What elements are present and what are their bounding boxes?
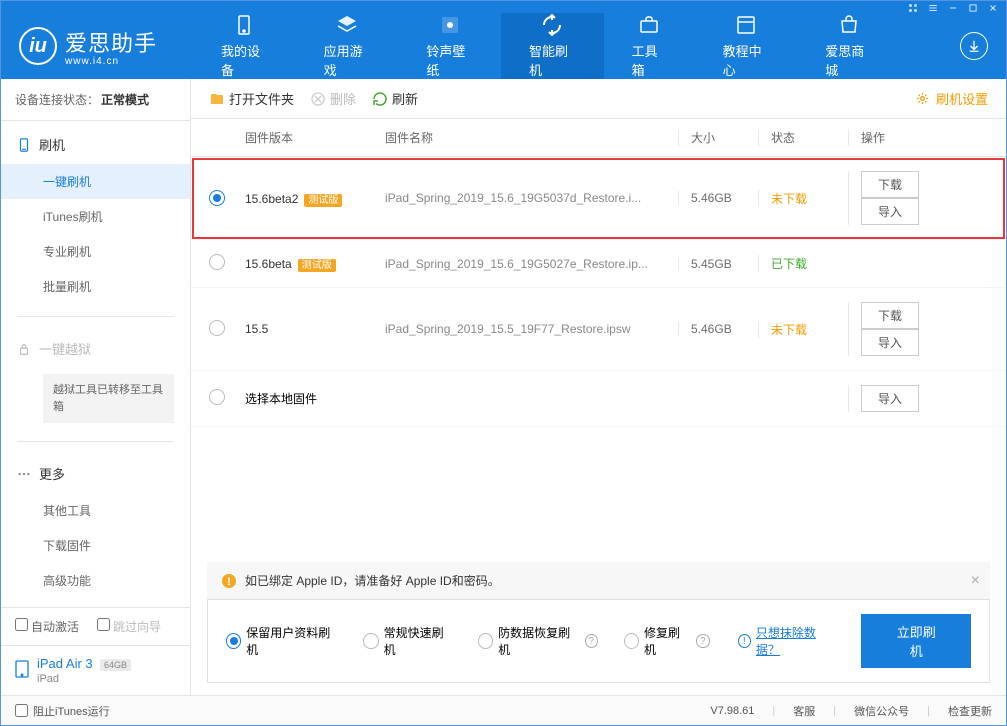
skip-wizard-checkbox[interactable]: 跳过向导 (97, 618, 161, 635)
firmware-row[interactable]: 15.5 iPad_Spring_2019_15.5_19F77_Restore.… (191, 288, 1006, 371)
logo: iu 爱思助手 www.i4.cn (19, 26, 157, 67)
sidebar-advanced[interactable]: 高级功能 (1, 563, 190, 598)
nav-toolbox[interactable]: 工具箱 (604, 13, 695, 79)
firmware-name: iPad_Spring_2019_15.5_19F77_Restore.ipsw (385, 322, 678, 336)
titlebar-settings-icon[interactable] (908, 2, 918, 12)
nav-ringtones[interactable]: 铃声壁纸 (398, 13, 501, 79)
firmware-version: 15.6beta2 (245, 192, 298, 206)
radio-select[interactable] (209, 190, 225, 206)
device-info[interactable]: iPad Air 3 64GB iPad (1, 645, 190, 695)
firmware-size: 5.46GB (678, 322, 758, 336)
device-storage: 64GB (100, 659, 131, 671)
tutorial-icon (733, 13, 759, 37)
notice-close-button[interactable]: × (971, 572, 980, 590)
firmware-row[interactable]: 15.6beta2 测试版 iPad_Spring_2019_15.6_19G503… (191, 157, 1006, 240)
beta-badge: 测试版 (304, 194, 342, 207)
import-button[interactable]: 导入 (861, 329, 919, 356)
flash-icon (539, 13, 565, 37)
device-type: iPad (37, 673, 131, 685)
local-firmware-row: 选择本地固件 导入 (191, 371, 1006, 427)
nav-my-device[interactable]: 我的设备 (193, 13, 296, 79)
firmware-size: 5.45GB (678, 257, 758, 271)
download-button[interactable] (960, 32, 988, 60)
help-icon[interactable]: ? (585, 634, 598, 648)
logo-icon: iu (19, 27, 57, 65)
sidebar-other-tools[interactable]: 其他工具 (1, 493, 190, 528)
jailbreak-notice: 越狱工具已转移至工具箱 (43, 374, 174, 423)
firmware-name: iPad_Spring_2019_15.6_19G5027e_Restore.i… (385, 257, 678, 271)
version-label: V7.98.61 (710, 705, 754, 717)
flash-options-panel: 保留用户资料刷机 常规快速刷机 防数据恢复刷机? 修复刷机? ! 只想抹除数据？… (207, 599, 990, 683)
flash-option-keep-data[interactable]: 保留用户资料刷机 (226, 624, 337, 658)
firmware-size: 5.46GB (678, 191, 758, 205)
app-name: 爱思助手 (65, 26, 157, 58)
download-button[interactable]: 下载 (861, 171, 919, 198)
nav-tutorials[interactable]: 教程中心 (695, 13, 798, 79)
firmware-version: 15.5 (245, 322, 268, 336)
radio-local[interactable] (209, 389, 225, 405)
svg-text:!: ! (227, 576, 231, 588)
connection-status: 设备连接状态：正常模式 (1, 79, 190, 121)
import-local-button[interactable]: 导入 (861, 385, 919, 412)
nav-apps[interactable]: 应用游戏 (296, 13, 399, 79)
download-button[interactable]: 下载 (861, 302, 919, 329)
nav-smart-flash[interactable]: 智能刷机 (501, 13, 604, 79)
warning-icon: ! (221, 573, 237, 589)
auto-activate-checkbox[interactable]: 自动激活 (15, 618, 79, 635)
maximize-icon[interactable] (968, 2, 978, 12)
apple-id-notice: ! 如已绑定 Apple ID，请准备好 Apple ID和密码。 × (207, 562, 990, 599)
support-link[interactable]: 客服 (793, 703, 815, 719)
apps-icon (334, 13, 360, 37)
settings-button[interactable]: 刷机设置 (915, 89, 988, 108)
sidebar-jailbreak-header: 一键越狱 (1, 329, 190, 368)
sidebar-batch-flash[interactable]: 批量刷机 (1, 269, 190, 304)
open-folder-button[interactable]: 打开文件夹 (209, 89, 294, 108)
sidebar-more-header[interactable]: 更多 (1, 454, 190, 493)
import-button[interactable]: 导入 (861, 198, 919, 225)
firmware-status: 已下载 (771, 257, 807, 271)
nav-store[interactable]: 爱思商城 (797, 13, 900, 79)
sidebar-pro-flash[interactable]: 专业刷机 (1, 234, 190, 269)
toolbox-icon (636, 13, 662, 37)
firmware-version: 15.6beta (245, 257, 292, 271)
flash-now-button[interactable]: 立即刷机 (861, 614, 971, 668)
sidebar-oneclick-flash[interactable]: 一键刷机 (1, 164, 190, 199)
device-name: iPad Air 3 (37, 656, 93, 671)
delete-button: 删除 (310, 89, 356, 108)
flash-option-quick[interactable]: 常规快速刷机 (363, 624, 452, 658)
firmware-status: 未下载 (771, 323, 807, 337)
help-icon[interactable]: ? (696, 634, 709, 648)
sidebar-flash-header[interactable]: 刷机 (1, 125, 190, 164)
wechat-link[interactable]: 微信公众号 (854, 703, 909, 719)
check-update-link[interactable]: 检查更新 (948, 703, 992, 719)
close-icon[interactable] (988, 2, 998, 12)
erase-data-link[interactable]: 只想抹除数据？ (756, 624, 836, 658)
refresh-button[interactable]: 刷新 (372, 89, 418, 108)
info-icon[interactable]: ! (738, 634, 751, 648)
app-header: iu 爱思助手 www.i4.cn 我的设备 应用游戏 铃声壁纸 智能刷机 工具… (1, 13, 1006, 79)
footer: 阻止iTunes运行 V7.98.61 | 客服 | 微信公众号 | 检查更新 (1, 695, 1006, 725)
store-icon (836, 13, 862, 37)
sidebar-itunes-flash[interactable]: iTunes刷机 (1, 199, 190, 234)
flash-option-antirecovery[interactable]: 防数据恢复刷机? (478, 624, 598, 658)
firmware-status: 未下载 (771, 192, 807, 206)
firmware-name: iPad_Spring_2019_15.6_19G5037d_Restore.i… (385, 191, 678, 205)
sidebar-download-firmware[interactable]: 下载固件 (1, 528, 190, 563)
phone-icon (231, 13, 257, 37)
beta-badge: 测试版 (298, 259, 336, 272)
ringtone-icon (437, 13, 463, 37)
radio-select[interactable] (209, 320, 225, 336)
minimize-icon[interactable] (948, 2, 958, 12)
sidebar: 设备连接状态：正常模式 刷机 一键刷机 iTunes刷机 专业刷机 批量刷机 一… (1, 79, 191, 695)
device-icon (15, 660, 29, 681)
prevent-itunes-checkbox[interactable]: 阻止iTunes运行 (15, 703, 110, 719)
titlebar-list-icon[interactable] (928, 2, 938, 12)
firmware-row[interactable]: 15.6beta 测试版 iPad_Spring_2019_15.6_19G5027… (191, 240, 1006, 288)
table-header: 固件版本 固件名称 大小 状态 操作 (191, 119, 1006, 157)
flash-option-repair[interactable]: 修复刷机? (624, 624, 710, 658)
radio-select[interactable] (209, 254, 225, 270)
